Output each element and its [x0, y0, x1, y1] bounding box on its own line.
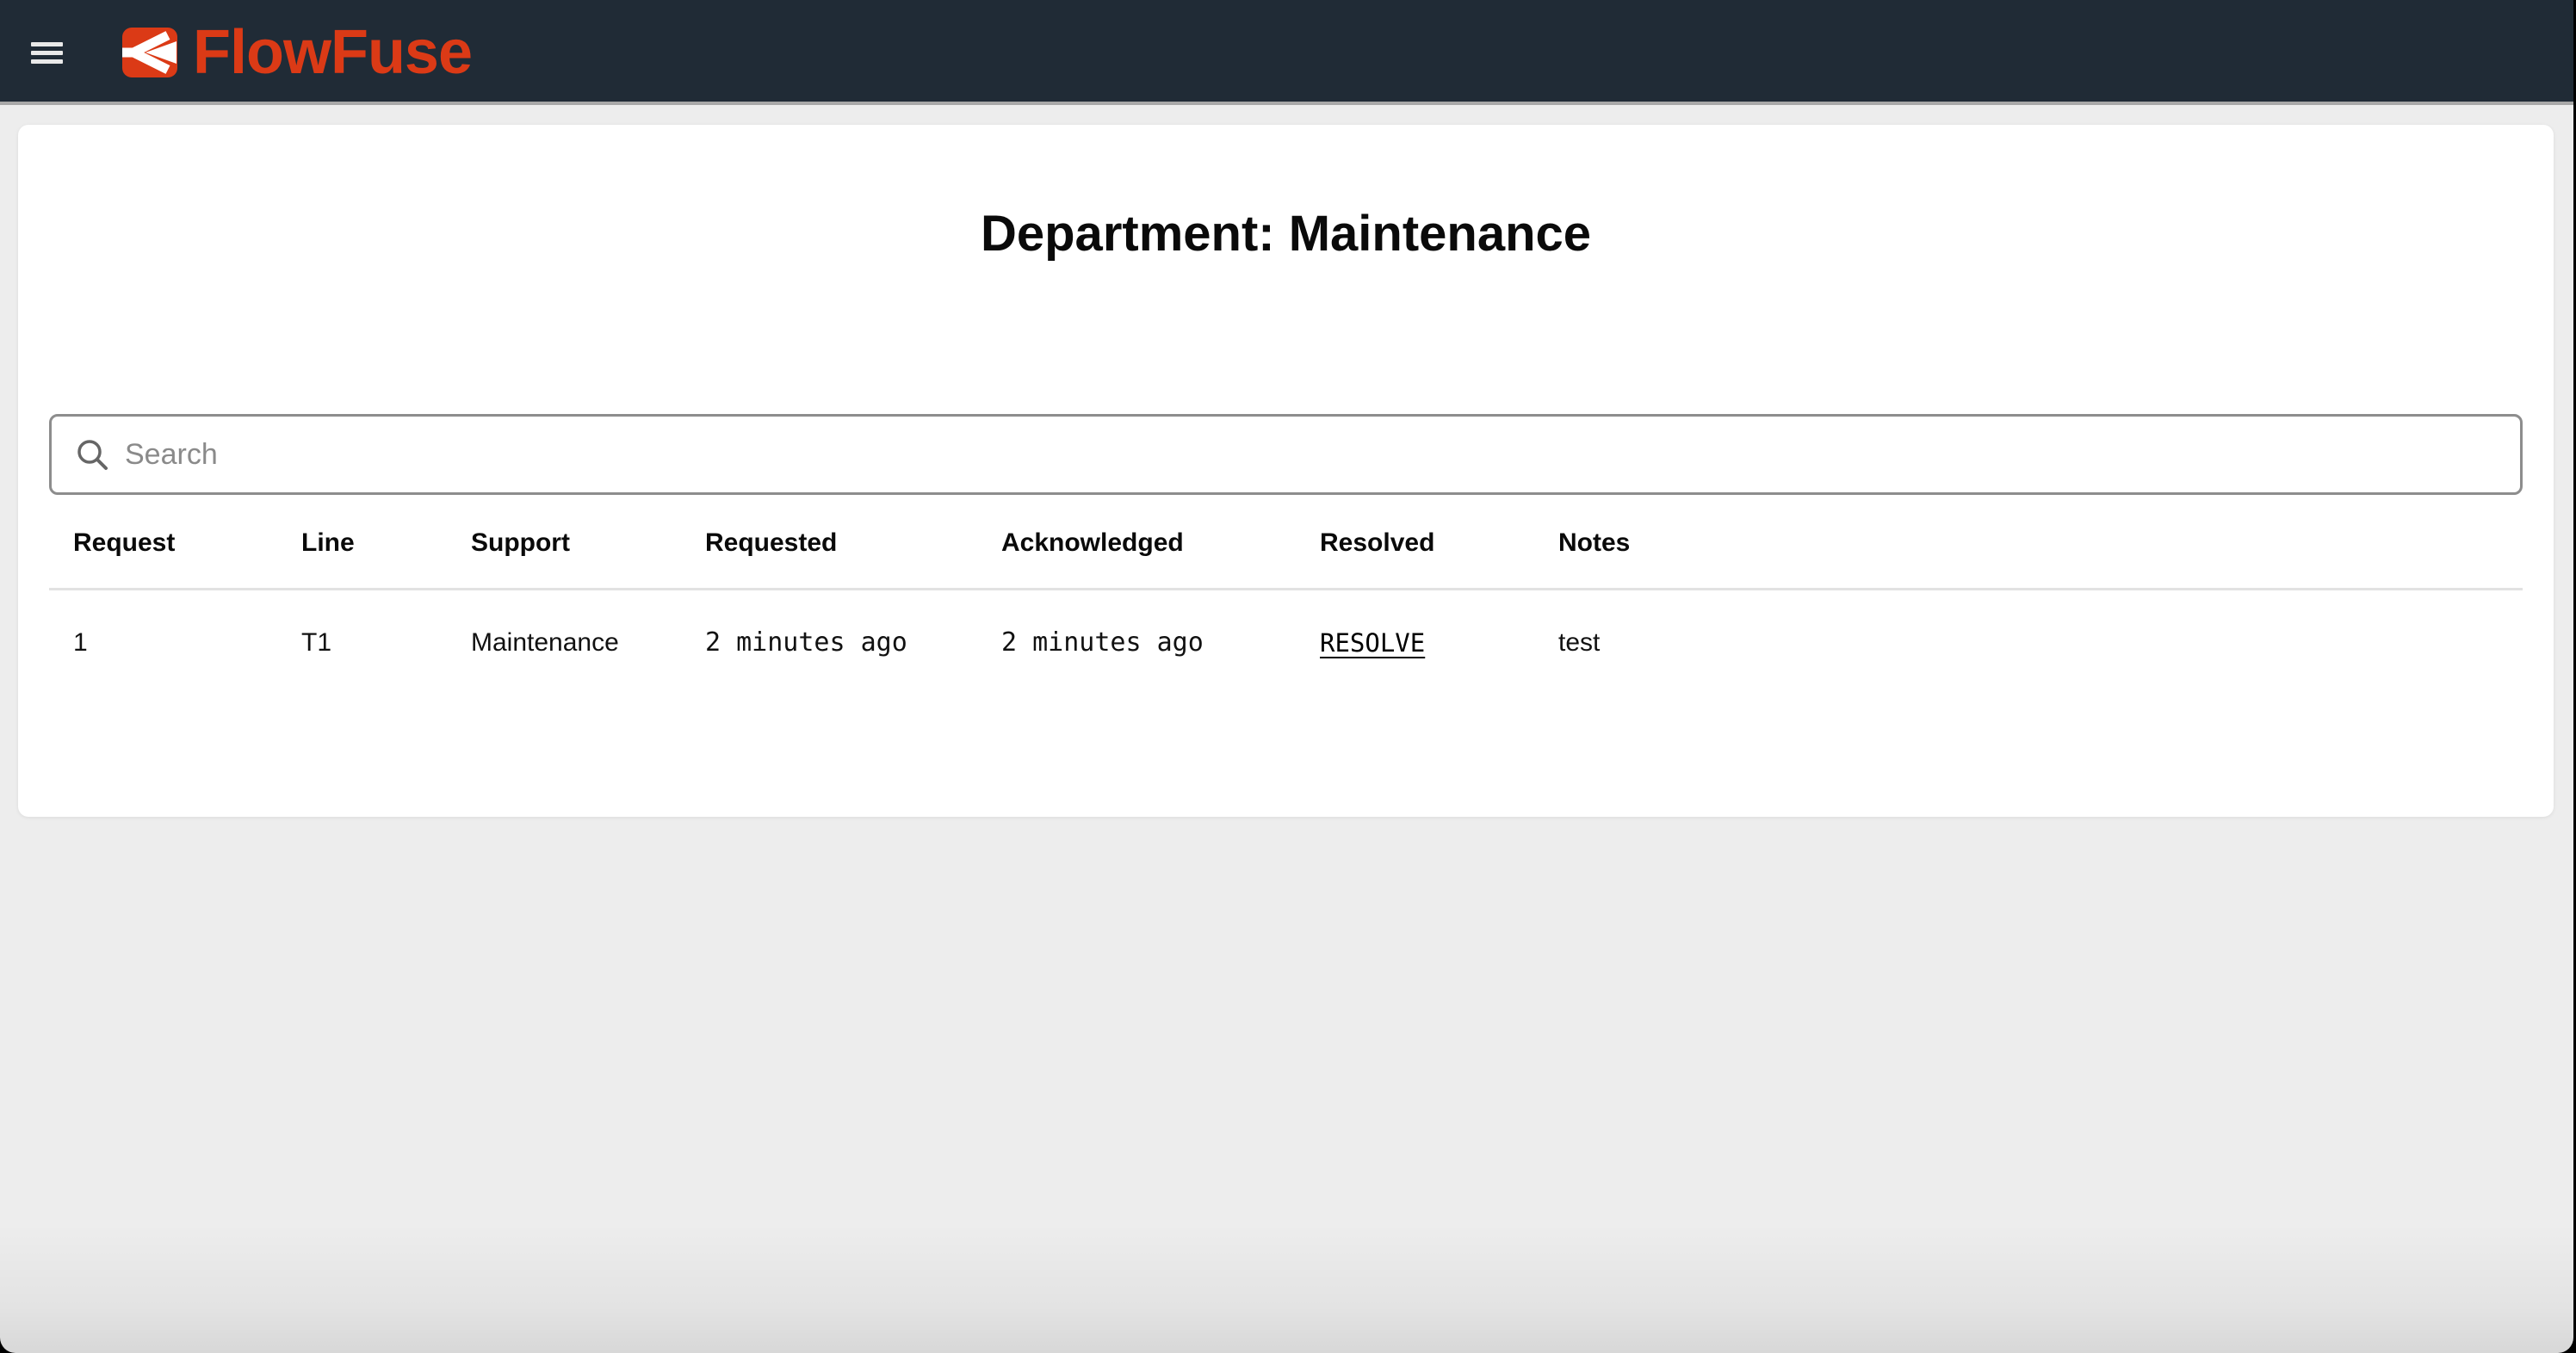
bottom-shade	[0, 1224, 2573, 1353]
column-header-request: Request	[49, 528, 277, 559]
search-input[interactable]	[125, 438, 2499, 472]
resolve-link[interactable]: RESOLVE	[1320, 628, 1425, 658]
column-header-line: Line	[277, 528, 447, 559]
cell-line: T1	[277, 627, 447, 660]
requests-table: Request Line Support Requested Acknowled…	[49, 495, 2523, 695]
search-bar	[49, 414, 2523, 495]
cell-notes: test	[1534, 627, 2523, 660]
search-icon	[75, 437, 109, 472]
column-header-acknowledged: Acknowledged	[977, 528, 1296, 559]
cell-acknowledged: 2 minutes ago	[977, 627, 1296, 660]
brand-wordmark: FlowFuse	[193, 0, 472, 105]
column-header-support: Support	[447, 528, 681, 559]
top-navbar: FlowFuse	[0, 0, 2573, 105]
column-header-requested: Requested	[681, 528, 977, 559]
menu-button[interactable]	[31, 0, 63, 105]
page-title: Department: Maintenance	[49, 125, 2523, 264]
table-header-row: Request Line Support Requested Acknowled…	[49, 495, 2523, 590]
cell-request: 1	[49, 627, 277, 660]
cell-support: Maintenance	[447, 627, 681, 660]
table-row: 1 T1 Maintenance 2 minutes ago 2 minutes…	[49, 590, 2523, 695]
column-header-resolved: Resolved	[1296, 528, 1534, 559]
cell-requested: 2 minutes ago	[681, 627, 977, 660]
brand: FlowFuse	[122, 0, 472, 105]
content-card: Department: Maintenance Request Line Sup…	[18, 125, 2554, 817]
app-window: FlowFuse Department: Maintenance Request…	[0, 0, 2573, 1353]
column-header-notes: Notes	[1534, 528, 2523, 559]
flowfuse-logo-icon	[122, 28, 177, 77]
